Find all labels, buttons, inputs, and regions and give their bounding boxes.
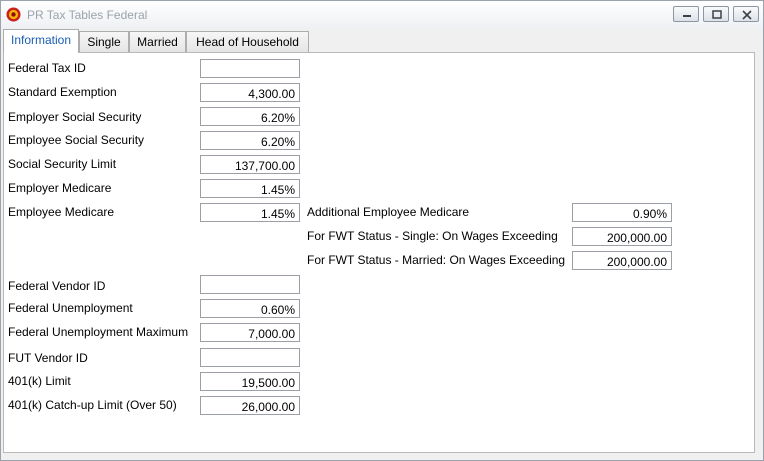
federal-unemployment-label: Federal Unemployment xyxy=(8,301,133,315)
tab-information-label: Information xyxy=(10,33,72,47)
employee-social-security-label: Employee Social Security xyxy=(8,133,145,147)
employee-medicare-label: Employee Medicare xyxy=(8,205,115,219)
tab-single[interactable]: Single xyxy=(79,31,129,52)
employee-social-security-field[interactable] xyxy=(200,131,300,150)
401k-catchup-limit-field[interactable] xyxy=(200,396,300,415)
federal-tax-id-label: Federal Tax ID xyxy=(8,61,86,75)
federal-unemployment-max-label: Federal Unemployment Maximum xyxy=(8,325,189,339)
standard-exemption-label: Standard Exemption xyxy=(8,85,117,99)
minimize-icon xyxy=(683,15,691,17)
app-window: PR Tax Tables Federal Information Single… xyxy=(0,0,764,461)
fwt-married-exceeding-label: For FWT Status - Married: On Wages Excee… xyxy=(307,253,566,267)
app-gear-icon[interactable] xyxy=(6,7,21,22)
fut-vendor-id-label: FUT Vendor ID xyxy=(8,351,88,365)
additional-employee-medicare-field[interactable] xyxy=(572,203,672,222)
employer-social-security-label: Employer Social Security xyxy=(8,110,142,124)
tab-head-of-household[interactable]: Head of Household xyxy=(186,31,309,52)
additional-employee-medicare-label: Additional Employee Medicare xyxy=(307,205,470,219)
401k-limit-label: 401(k) Limit xyxy=(8,374,71,388)
title-bar[interactable]: PR Tax Tables Federal xyxy=(1,1,763,29)
social-security-limit-field[interactable] xyxy=(200,155,300,174)
fwt-single-exceeding-label: For FWT Status - Single: On Wages Exceed… xyxy=(307,229,558,243)
federal-tax-id-field[interactable] xyxy=(200,59,300,78)
close-button[interactable] xyxy=(733,6,759,22)
minimize-button[interactable] xyxy=(673,6,699,22)
employer-medicare-field[interactable] xyxy=(200,179,300,198)
employee-medicare-field[interactable] xyxy=(200,203,300,222)
federal-vendor-id-field[interactable] xyxy=(200,275,300,294)
federal-unemployment-field[interactable] xyxy=(200,299,300,318)
fwt-married-exceeding-field[interactable] xyxy=(572,251,672,270)
tab-married[interactable]: Married xyxy=(129,31,186,52)
maximize-icon xyxy=(712,10,722,19)
window-title: PR Tax Tables Federal xyxy=(27,8,148,22)
information-panel: Federal Tax ID Standard Exemption Employ… xyxy=(3,52,755,453)
federal-vendor-id-label: Federal Vendor ID xyxy=(8,279,106,293)
tab-married-label: Married xyxy=(137,35,178,49)
federal-unemployment-max-field[interactable] xyxy=(200,323,300,342)
close-icon xyxy=(742,10,752,20)
tab-single-label: Single xyxy=(87,35,121,49)
standard-exemption-field[interactable] xyxy=(200,83,300,102)
401k-catchup-limit-label: 401(k) Catch-up Limit (Over 50) xyxy=(8,398,177,412)
fut-vendor-id-field[interactable] xyxy=(200,348,300,367)
employer-medicare-label: Employer Medicare xyxy=(8,181,112,195)
401k-limit-field[interactable] xyxy=(200,372,300,391)
fwt-single-exceeding-field[interactable] xyxy=(572,227,672,246)
tab-head-of-household-label: Head of Household xyxy=(196,35,299,49)
maximize-button[interactable] xyxy=(703,6,729,22)
tab-information[interactable]: Information xyxy=(3,29,79,53)
employer-social-security-field[interactable] xyxy=(200,107,300,126)
social-security-limit-label: Social Security Limit xyxy=(8,157,117,171)
